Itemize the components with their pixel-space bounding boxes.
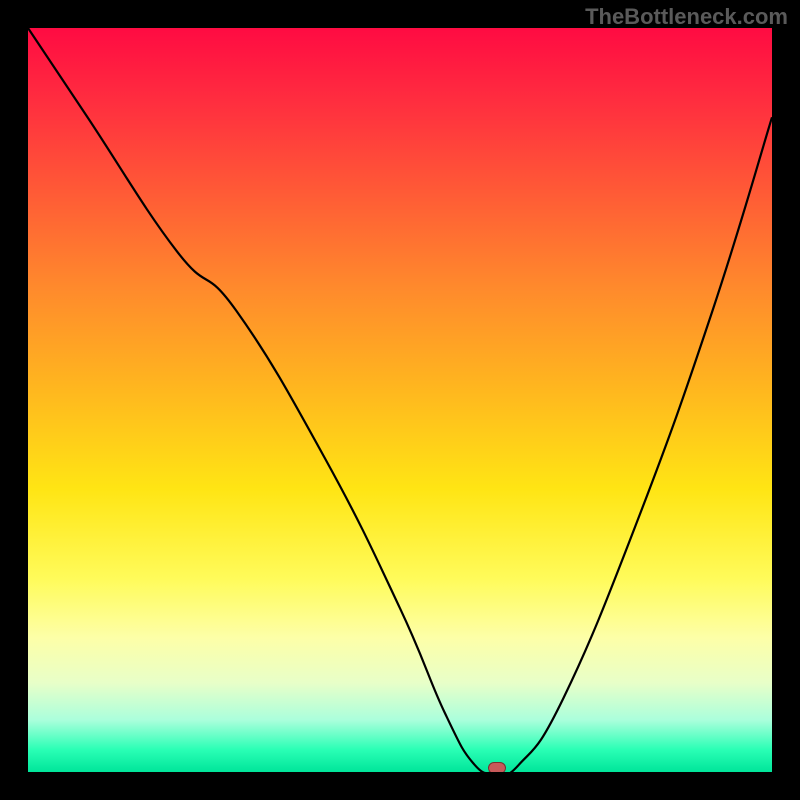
minimum-marker (488, 762, 506, 772)
chart-frame: TheBottleneck.com (0, 0, 800, 800)
plot-area (28, 28, 772, 772)
bottleneck-curve (28, 28, 772, 772)
watermark-text: TheBottleneck.com (585, 4, 788, 30)
